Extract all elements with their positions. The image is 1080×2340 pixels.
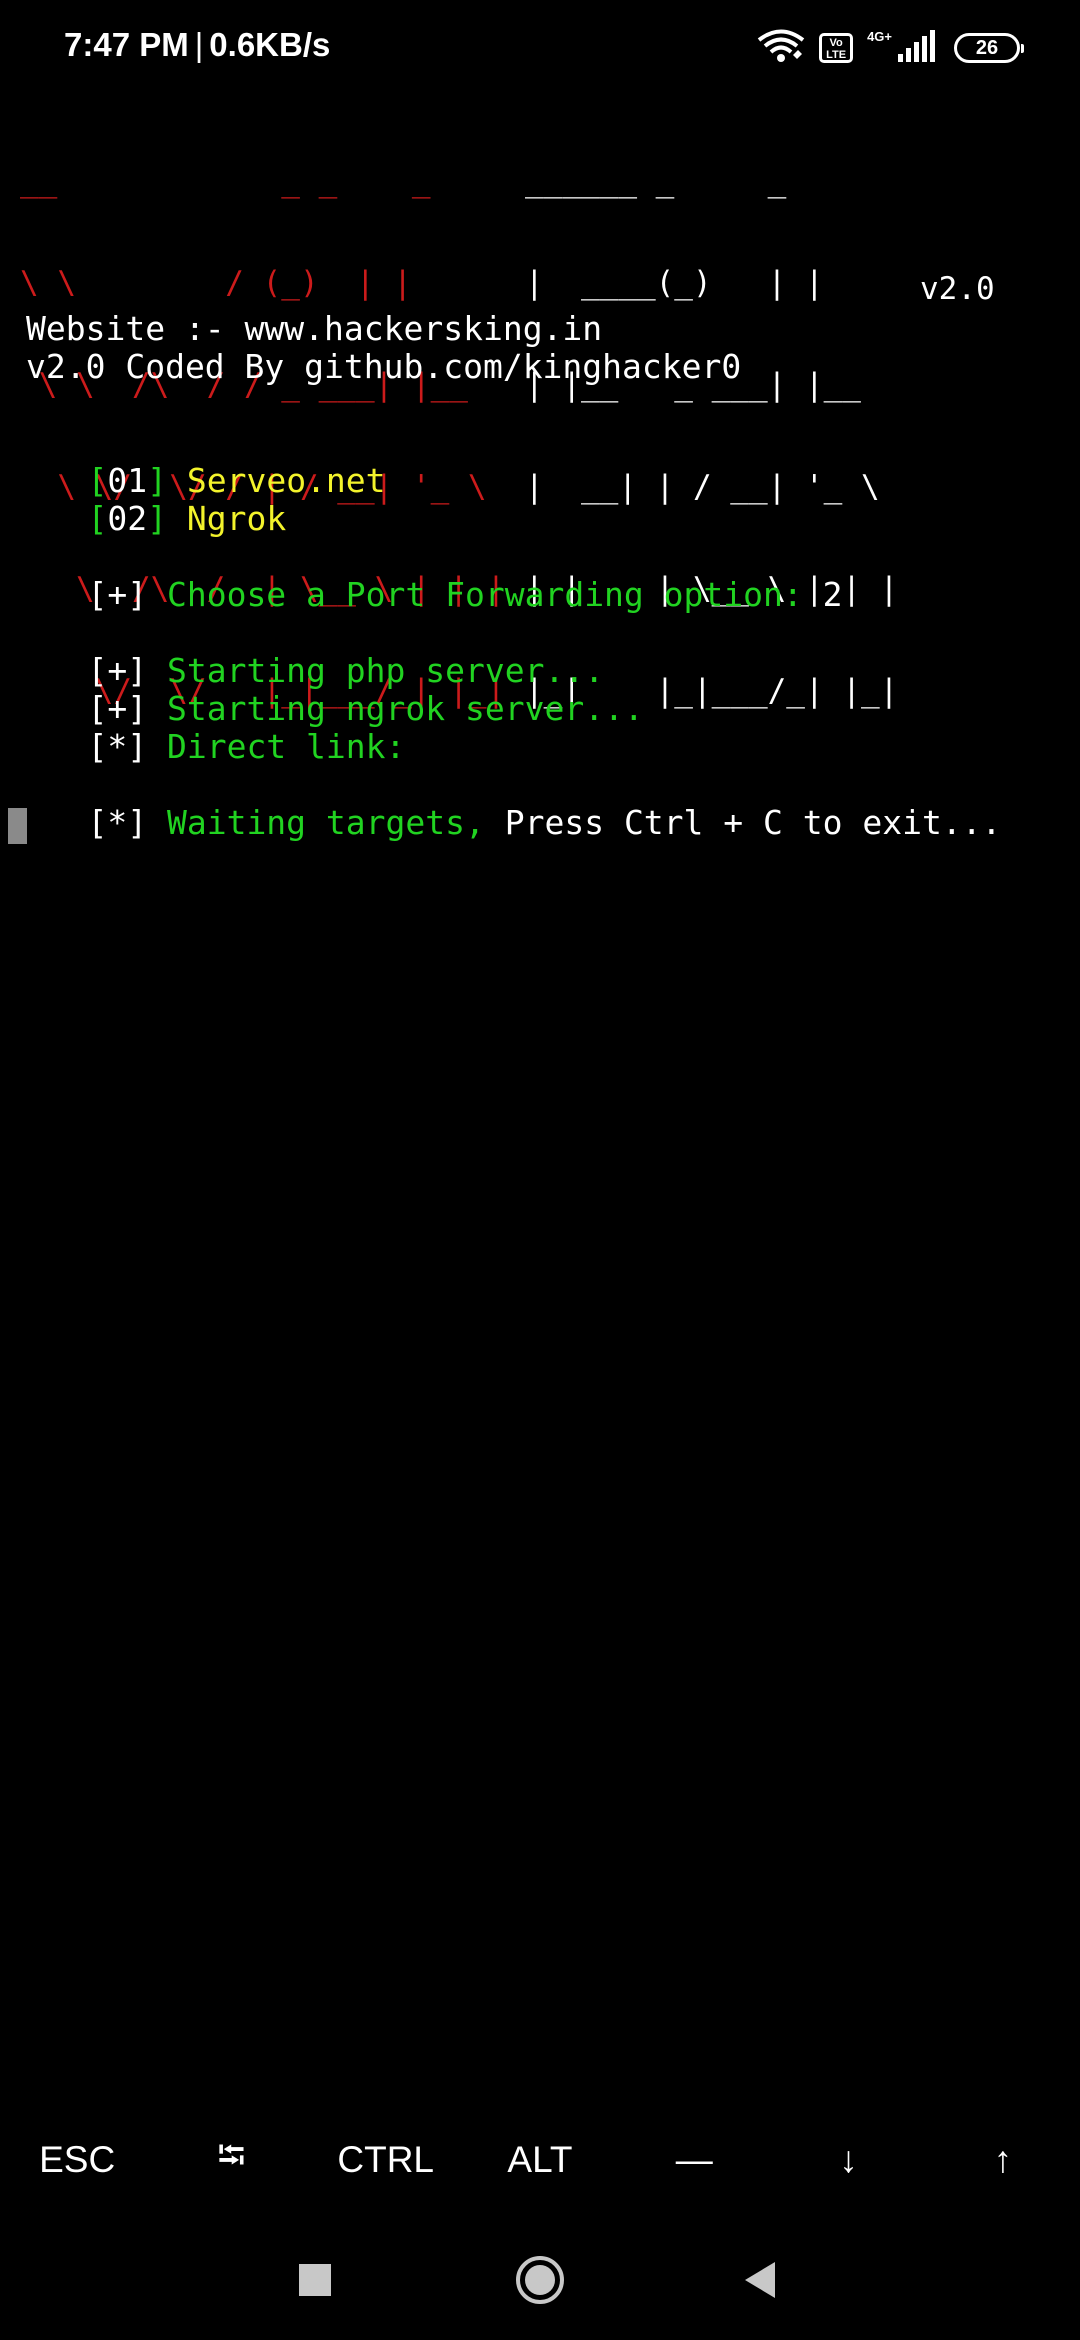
status-separator: | <box>194 26 204 63</box>
terminal-cursor <box>8 808 27 844</box>
waiting-text: Waiting targets, <box>166 803 485 842</box>
ctrl-key[interactable]: CTRL <box>309 2126 463 2194</box>
waiting-marker: [*] <box>87 803 148 842</box>
banner-version: v2.0 <box>920 271 995 307</box>
prompt-answer: 2 <box>822 575 843 614</box>
signal-icon <box>896 29 940 67</box>
alt-key[interactable]: ALT <box>463 2126 617 2194</box>
status-text: Direct link: <box>166 727 406 766</box>
banner-white-line: | ____(_) | | <box>525 265 824 301</box>
home-button[interactable] <box>510 2250 570 2310</box>
network-type-label: 4G+ <box>867 28 892 44</box>
banner-white-line: | __| | / __| '_ \ <box>525 469 880 505</box>
prompt-marker: [+] <box>87 575 148 614</box>
recents-button[interactable] <box>285 2250 345 2310</box>
dash-key[interactable]: — <box>617 2126 771 2194</box>
net-speed: 0.6KB/s <box>209 26 331 63</box>
status-right: Vo LTE 4G+ 26 <box>757 28 1024 68</box>
tab-key[interactable]: ⭾ <box>154 2126 308 2194</box>
banner-red-line: __ _ _ _ <box>20 163 431 199</box>
prompt-text: Choose a Port Forwarding option: <box>166 575 803 614</box>
banner-white-line: ______ _ _ <box>525 163 787 199</box>
back-button[interactable] <box>730 2250 790 2310</box>
terminal-view[interactable]: __ _ _ _ \ \ / (_) | | \ \ /\ / / _ ___|… <box>0 96 1080 2096</box>
waiting-line: [*] Waiting targets, Press Ctrl + C to e… <box>8 766 1001 880</box>
status-left: 7:47 PM | 0.6KB/s <box>64 26 330 64</box>
wifi-icon <box>757 29 805 68</box>
extra-keys-row: ESC ⭾ CTRL ALT — ↓ ↑ <box>0 2126 1080 2194</box>
banner-red-line: \ \ / (_) | | <box>20 265 412 301</box>
arrow-down-key[interactable]: ↓ <box>771 2126 925 2194</box>
battery-icon: 26 <box>954 33 1024 63</box>
back-icon <box>745 2262 775 2298</box>
option-label: Ngrok <box>186 499 287 538</box>
arrow-up-key[interactable]: ↑ <box>926 2126 1080 2194</box>
website-line: Website :- www.hackersking.in <box>26 309 603 348</box>
home-icon <box>516 2256 564 2304</box>
option-bracket-open: [ <box>87 499 108 538</box>
coded-by-line: v2.0 Coded By github.com/kinghacker0 <box>26 347 742 386</box>
status-marker: [*] <box>87 727 148 766</box>
banner-ascii-art: __ _ _ _ \ \ / (_) | | \ \ /\ / / _ ___|… <box>20 96 995 708</box>
waiting-suffix: Press Ctrl + C to exit... <box>504 803 1002 842</box>
status-bar: 7:47 PM | 0.6KB/s Vo LTE 4G+ 26 <box>0 0 1080 96</box>
volte-icon: Vo LTE <box>819 33 854 63</box>
recents-icon <box>299 2264 331 2296</box>
esc-key[interactable]: ESC <box>0 2126 154 2194</box>
option-index: 02 <box>107 499 148 538</box>
navigation-bar <box>0 2220 1080 2340</box>
option-bracket-close: ] <box>147 499 167 538</box>
clock: 7:47 PM <box>64 26 189 63</box>
